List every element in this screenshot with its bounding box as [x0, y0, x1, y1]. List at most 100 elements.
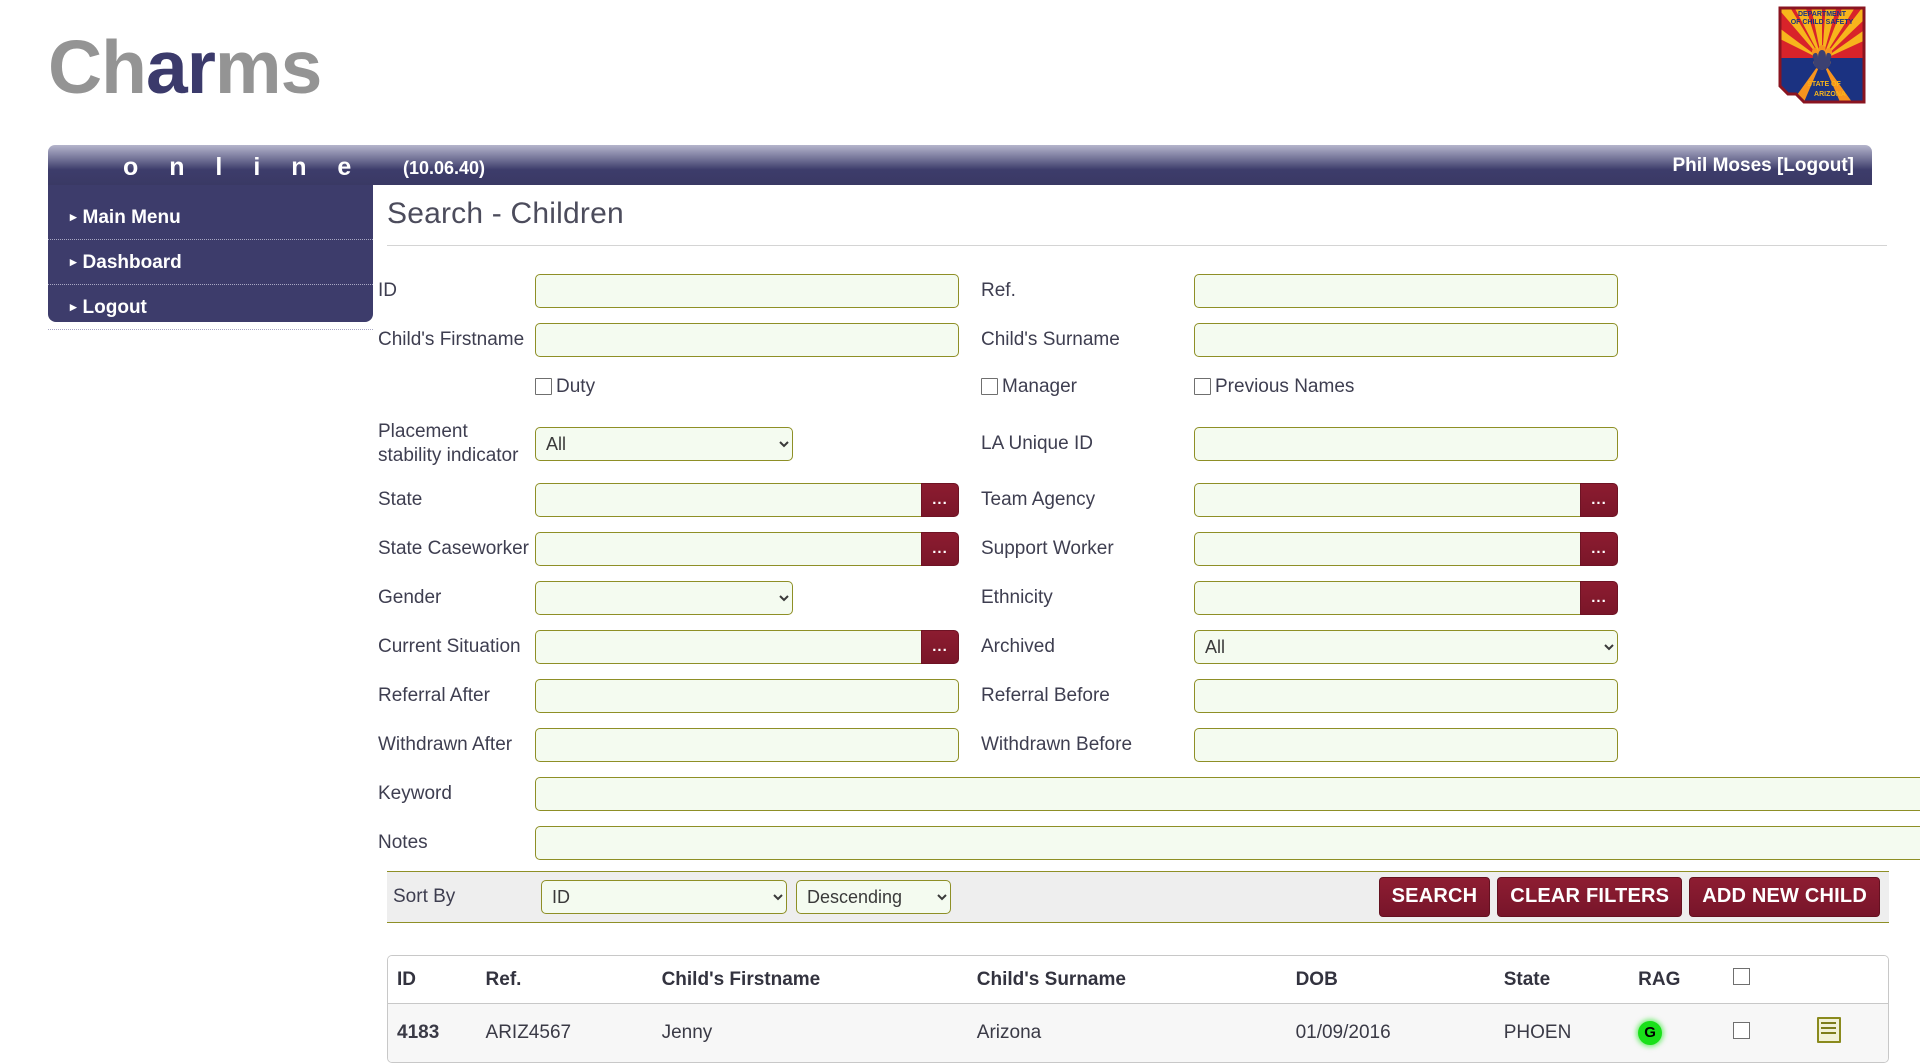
- cell-id[interactable]: 4183: [388, 1003, 486, 1062]
- sidebar-item-logout[interactable]: ▸ Logout: [48, 285, 373, 330]
- brand-title: Charms: [48, 25, 322, 109]
- sort-and-actions-bar: Sort By ID Descending SEARCH CLEAR FILTE…: [387, 871, 1889, 923]
- table-row[interactable]: 4183 ARIZ4567 Jenny Arizona 01/09/2016 P…: [388, 1003, 1888, 1062]
- search-button[interactable]: SEARCH: [1378, 877, 1491, 917]
- rag-status-badge: G: [1638, 1021, 1663, 1045]
- form-row-checkboxes: Duty Manager Previous Names: [378, 364, 1890, 413]
- state-input[interactable]: [535, 482, 921, 517]
- form-row-caseworker: State Caseworker ... Support Worker ...: [378, 524, 1890, 573]
- column-header-id[interactable]: ID: [388, 956, 486, 1004]
- seal-text-state-of: STATE OF: [1807, 81, 1841, 88]
- clear-filters-button[interactable]: CLEAR FILTERS: [1497, 877, 1683, 917]
- child-surname-input[interactable]: [1194, 322, 1618, 357]
- form-row-referral: Referral After Referral Before: [378, 671, 1890, 720]
- main-content: Search - Children ID Ref. Child's Firstn…: [378, 185, 1920, 1063]
- arizona-dcs-seal-icon: DEPARTMENT OF CHILD SAFETY STATE OF ARIZ…: [1774, 2, 1870, 120]
- label-gender: Gender: [378, 586, 442, 608]
- support-worker-input[interactable]: [1194, 531, 1580, 566]
- manager-checkbox-wrap[interactable]: Manager: [981, 375, 1077, 399]
- notes-input[interactable]: [535, 825, 1920, 860]
- field-cell-duty: Duty: [535, 364, 981, 413]
- keyword-input[interactable]: [535, 776, 1920, 811]
- referral-after-input[interactable]: [535, 678, 959, 713]
- team-agency-lookup-button[interactable]: ...: [1580, 482, 1618, 517]
- sort-by-select[interactable]: ID: [541, 880, 787, 914]
- gender-select[interactable]: [535, 580, 793, 615]
- team-agency-input[interactable]: [1194, 482, 1580, 517]
- state-caseworker-input[interactable]: [535, 531, 921, 566]
- state-caseworker-lookup-button[interactable]: ...: [921, 531, 959, 566]
- ethnicity-input[interactable]: [1194, 580, 1580, 615]
- cell-rag: G: [1638, 1003, 1734, 1062]
- brand-logo: Charms: [48, 25, 322, 109]
- column-header-state[interactable]: State: [1503, 956, 1639, 1004]
- results-header-row: ID Ref. Child's Firstname Child's Surnam…: [388, 956, 1888, 1004]
- withdrawn-after-input[interactable]: [535, 727, 959, 762]
- duty-checkbox[interactable]: [535, 378, 552, 396]
- cell-dob: 01/09/2016: [1295, 1003, 1504, 1062]
- cell-row-actions: [1816, 1003, 1888, 1062]
- doc-line: [1820, 1032, 1836, 1034]
- chevron-right-icon: ▸: [70, 209, 77, 224]
- column-header-firstname[interactable]: Child's Firstname: [661, 956, 977, 1004]
- column-header-dob[interactable]: DOB: [1295, 956, 1504, 1004]
- current-situation-lookup: ...: [535, 629, 959, 664]
- label-support-worker: Support Worker: [981, 537, 1114, 559]
- support-worker-lookup-button[interactable]: ...: [1580, 531, 1618, 566]
- user-session-block: Phil Moses [Logout]: [1672, 155, 1854, 177]
- results-panel: ID Ref. Child's Firstname Child's Surnam…: [387, 955, 1889, 1063]
- label-child-surname: Child's Surname: [981, 328, 1120, 350]
- previous-names-checkbox[interactable]: [1194, 378, 1211, 396]
- label-withdrawn-after: Withdrawn After: [378, 733, 513, 755]
- column-header-surname[interactable]: Child's Surname: [976, 956, 1296, 1004]
- id-input[interactable]: [535, 273, 959, 308]
- field-cell-manager: Manager: [981, 364, 1194, 413]
- referral-before-input[interactable]: [1194, 678, 1618, 713]
- label-placement-stability: Placement stability indicator: [378, 421, 519, 466]
- sidebar-item-main-menu[interactable]: ▸ Main Menu: [48, 195, 373, 240]
- field-cell-id: [535, 266, 981, 315]
- brand-title-accent: ar: [145, 25, 216, 109]
- select-all-checkbox[interactable]: [1733, 968, 1751, 985]
- label-ethnicity: Ethnicity: [981, 586, 1053, 608]
- previous-names-checkbox-wrap[interactable]: Previous Names: [1194, 376, 1354, 398]
- sidebar-item-label: Dashboard: [82, 252, 182, 273]
- search-form: ID Ref. Child's Firstname Child's Surnam…: [378, 246, 1920, 923]
- current-situation-lookup-button[interactable]: ...: [921, 629, 959, 664]
- withdrawn-before-input[interactable]: [1194, 727, 1618, 762]
- archived-select[interactable]: All: [1194, 629, 1618, 664]
- manager-checkbox[interactable]: [981, 378, 998, 396]
- current-situation-input[interactable]: [535, 629, 921, 664]
- results-table: ID Ref. Child's Firstname Child's Surnam…: [388, 956, 1888, 1062]
- cell-row-select: [1733, 1003, 1817, 1062]
- record-details-icon[interactable]: [1816, 1017, 1841, 1043]
- field-cell-state: ...: [535, 475, 981, 524]
- child-firstname-input[interactable]: [535, 322, 959, 357]
- field-cell-current-situation: ...: [535, 622, 981, 671]
- field-cell-ethnicity: ...: [1194, 573, 1890, 622]
- row-select-checkbox[interactable]: [1733, 1021, 1751, 1039]
- column-header-ref[interactable]: Ref.: [485, 956, 662, 1004]
- form-row-id: ID Ref.: [378, 266, 1890, 315]
- la-unique-id-input[interactable]: [1194, 427, 1618, 461]
- duty-checkbox-wrap[interactable]: Duty: [535, 376, 595, 398]
- field-cell-child-surname: [1194, 315, 1890, 364]
- field-cell-support-worker: ...: [1194, 524, 1890, 573]
- form-row-keyword: Keyword: [378, 769, 1920, 818]
- state-lookup-button[interactable]: ...: [921, 482, 959, 517]
- ref-input[interactable]: [1194, 273, 1618, 308]
- column-header-rag[interactable]: RAG: [1638, 956, 1734, 1004]
- cell-surname: Arizona: [976, 1003, 1296, 1062]
- label-child-firstname: Child's Firstname: [378, 328, 525, 350]
- field-cell-gender: [535, 573, 981, 622]
- logout-link[interactable]: [Logout]: [1777, 155, 1854, 176]
- sort-direction-select[interactable]: Descending: [796, 880, 951, 914]
- field-cell-keyword: [535, 769, 1920, 818]
- brand-title-part2: ms: [214, 25, 322, 109]
- sidebar-item-dashboard[interactable]: ▸ Dashboard: [48, 240, 373, 285]
- action-button-group: SEARCH CLEAR FILTERS ADD NEW CHILD: [1378, 877, 1889, 917]
- placement-stability-select[interactable]: All: [535, 427, 793, 461]
- ethnicity-lookup-button[interactable]: ...: [1580, 580, 1618, 615]
- form-row-state: State ... Team Agency ...: [378, 475, 1890, 524]
- add-new-child-button[interactable]: ADD NEW CHILD: [1689, 877, 1880, 917]
